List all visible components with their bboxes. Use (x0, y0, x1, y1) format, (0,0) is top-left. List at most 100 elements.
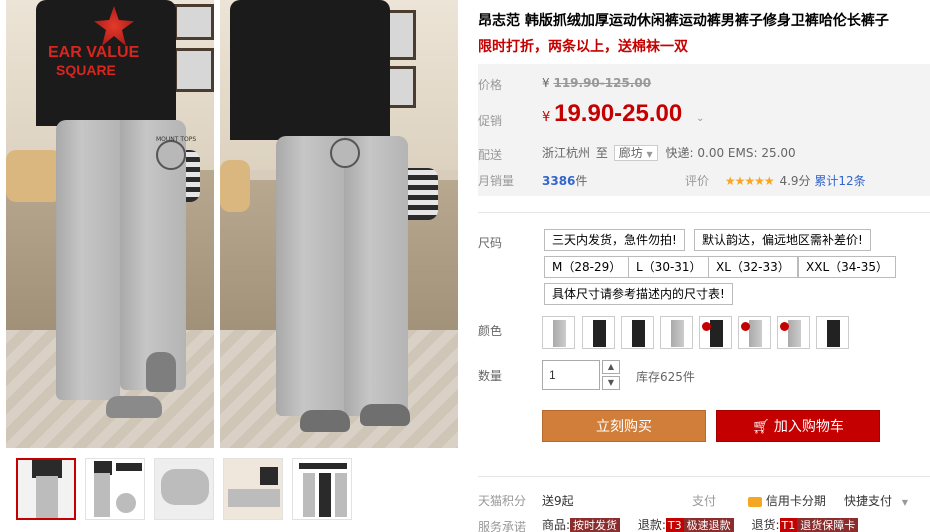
promo-tag-icon (780, 322, 789, 331)
size-note-courier[interactable]: 默认韵达，偏远地区需补差价! (694, 229, 871, 251)
stock-count: 库存625件 (636, 370, 695, 384)
color-swatch[interactable] (777, 316, 810, 349)
product-gallery: EAR VALUE SQUARE MOUNT TOPS (6, 0, 458, 532)
on-time-shipping-badge[interactable]: 按时发货 (570, 518, 621, 532)
currency-symbol: ¥ (542, 110, 551, 125)
promo-price: ¥ 19.90-25.00 ⌄ (542, 100, 704, 128)
quick-pay-label: 快捷支付 (844, 494, 893, 508)
original-price: ¥ 119.90-125.00 (542, 76, 651, 90)
pants-thumbnail (671, 320, 684, 347)
pants-thumbnail (749, 320, 762, 347)
delivery-origin: 浙江杭州 (542, 146, 591, 160)
size-option-xxl[interactable]: XXL（34-35） (798, 256, 896, 278)
refund-code-badge: T3 (665, 518, 684, 532)
add-to-cart-label: 加入购物车 (773, 419, 844, 435)
add-to-cart-button[interactable]: 🛒︎ 加入购物车 (716, 410, 880, 442)
color-label: 颜色 (478, 324, 503, 338)
credit-installment[interactable]: 信用卡分期 (748, 492, 826, 509)
delivery-info: 浙江杭州 至 廊坊 ▼ 快递: 0.00 EMS: 25.00 (542, 144, 796, 161)
promo-tag-icon (702, 322, 711, 331)
goods-label: 商品: (542, 518, 571, 532)
divider (478, 212, 930, 213)
review-count-link[interactable]: 累计12条 (814, 174, 865, 188)
color-swatch[interactable] (582, 316, 615, 349)
points-label: 天猫积分 (478, 494, 527, 508)
cart-icon: 🛒︎ (752, 419, 770, 435)
return-code-badge: T1 (779, 518, 798, 532)
size-option-xl[interactable]: XL（32-33） (708, 256, 798, 278)
pants-badge-text: MOUNT TOPS (156, 136, 197, 143)
size-label: 尺码 (478, 236, 503, 250)
color-swatch[interactable] (542, 316, 575, 349)
size-option-l[interactable]: L（30-31） (628, 256, 710, 278)
credit-installment-label: 信用卡分期 (765, 494, 826, 508)
original-price-label: 价格 (478, 78, 503, 92)
rating-label: 评价 (685, 174, 710, 188)
promo-price-label: 促销 (478, 114, 503, 128)
color-swatch[interactable] (660, 316, 693, 349)
quantity-input[interactable] (542, 360, 600, 390)
color-swatch[interactable] (699, 316, 732, 349)
size-note-shipping[interactable]: 三天内发货，急件勿拍! (544, 229, 685, 251)
pants-thumbnail (710, 320, 723, 347)
price-box: 价格 ¥ 119.90-125.00 促销 ¥ 19.90-25.00 ⌄ 配送… (478, 64, 930, 196)
thumbnail-3[interactable] (154, 458, 214, 520)
quantity-decrease-icon[interactable]: ▼ (602, 376, 620, 390)
pants-thumbnail (788, 320, 801, 347)
return-guarantee-badge[interactable]: 退货保障卡 (797, 518, 859, 532)
color-swatch[interactable] (816, 316, 849, 349)
return-label: 退货: (751, 518, 780, 532)
shipping-fees: 快递: 0.00 EMS: 25.00 (665, 146, 796, 160)
delivery-label: 配送 (478, 148, 503, 162)
quantity-increase-icon[interactable]: ▲ (602, 360, 620, 374)
pants-thumbnail (553, 320, 566, 347)
service-label: 服务承诺 (478, 520, 527, 532)
product-title: 昂志范 韩版抓绒加厚运动休闲裤运动裤男裤子修身卫裤哈伦长裤子 (478, 13, 889, 29)
credit-card-icon (748, 496, 762, 507)
star-rating-icon: ★★★★★ (724, 174, 775, 188)
color-swatch[interactable] (738, 316, 771, 349)
rating-score: 4.9分 (779, 174, 811, 188)
currency-symbol: ¥ (542, 76, 550, 90)
main-product-photo[interactable]: EAR VALUE SQUARE MOUNT TOPS (6, 0, 458, 448)
rating-row: 评价 ★★★★★ 4.9分 累计12条 (685, 172, 866, 189)
size-chart-note[interactable]: 具体尺寸请参考描述内的尺寸表! (544, 283, 733, 305)
destination-value: 廊坊 (618, 146, 643, 160)
buy-now-button[interactable]: 立刻购买 (542, 410, 706, 442)
monthly-sales: 3386件 (542, 172, 587, 189)
price-dropdown-icon[interactable]: ⌄ (696, 113, 704, 124)
shirt-print-line2: SQUARE (56, 62, 116, 78)
thumbnail-4[interactable] (223, 458, 283, 520)
photo-front-view: EAR VALUE SQUARE MOUNT TOPS (6, 0, 214, 448)
refund-label: 退款: (637, 518, 666, 532)
promo-text: 限时打折，两条以上，送棉袜一双 (478, 39, 688, 55)
product-detail-panel: 昂志范 韩版抓绒加厚运动休闲裤运动裤男裤子修身卫裤哈伦长裤子 限时打折，两条以上… (478, 0, 930, 532)
original-price-value: 119.90-125.00 (553, 76, 652, 90)
promo-tag-icon (741, 322, 750, 331)
quantity-label: 数量 (478, 369, 503, 383)
service-promises: 商品: 按时发货 退款: T3 极速退款 退货: T1 退货保障卡 (542, 516, 859, 532)
thumbnail-5[interactable] (292, 458, 352, 520)
shirt-print-line1: EAR VALUE (48, 44, 140, 61)
pay-label: 支付 (692, 494, 717, 508)
size-option-m[interactable]: M（28-29） (544, 256, 630, 278)
divider (478, 476, 930, 477)
delivery-to: 至 (595, 146, 608, 160)
fast-refund-badge[interactable]: 极速退款 (683, 518, 734, 532)
monthly-sales-unit: 件 (575, 174, 588, 188)
thumbnail-1[interactable] (16, 458, 76, 520)
monthly-sales-label: 月销量 (478, 174, 515, 188)
thumbnail-2[interactable] (85, 458, 145, 520)
chevron-down-icon: ▼ (646, 150, 653, 159)
monthly-sales-value: 3386 (542, 174, 576, 188)
points-value: 送9起 (542, 494, 574, 508)
pants-thumbnail (632, 320, 645, 347)
quick-pay[interactable]: 快捷支付 ▼ (844, 492, 908, 509)
color-swatch[interactable] (621, 316, 654, 349)
photo-back-view (220, 0, 458, 448)
promo-price-value: 19.90-25.00 (554, 100, 683, 127)
pants-thumbnail (827, 320, 840, 347)
destination-select[interactable]: 廊坊 ▼ (613, 145, 658, 161)
pants-thumbnail (593, 320, 606, 347)
chevron-down-icon: ▼ (901, 498, 908, 507)
